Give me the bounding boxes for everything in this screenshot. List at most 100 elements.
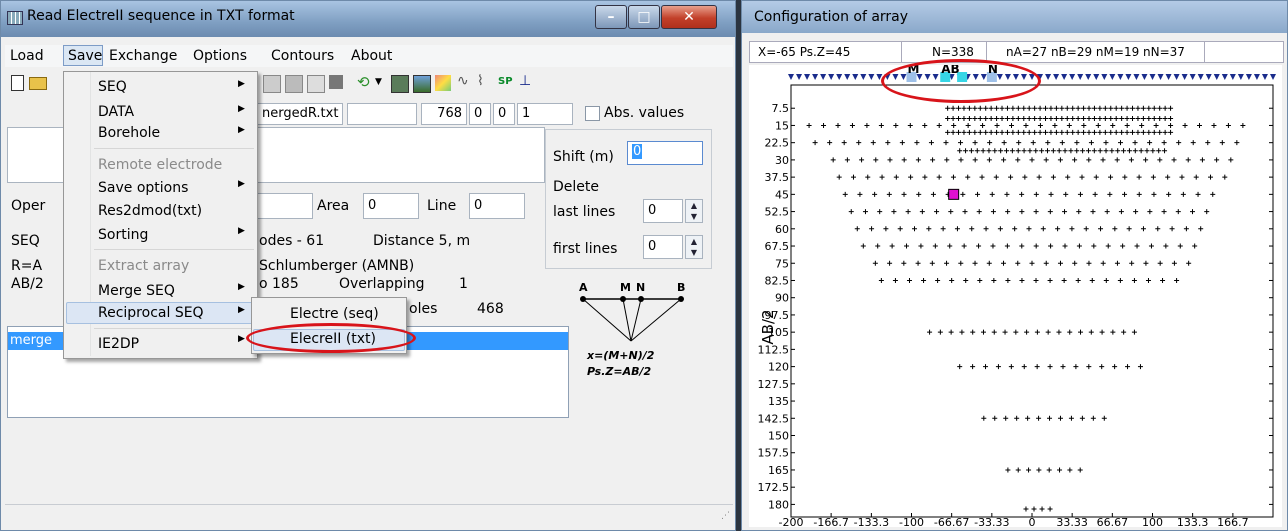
data-point xyxy=(812,140,818,146)
menu-load[interactable]: Load xyxy=(10,48,44,64)
electrode-marker xyxy=(1077,74,1084,80)
resize-grip-icon[interactable]: ⋰ xyxy=(721,511,730,521)
data-point xyxy=(972,140,978,146)
data-point xyxy=(994,129,1000,135)
data-point xyxy=(1050,174,1056,180)
maximize-button[interactable]: □ xyxy=(628,5,660,29)
area-input[interactable]: 0 xyxy=(363,193,419,219)
new-file-icon[interactable] xyxy=(11,75,24,91)
data-point xyxy=(1037,122,1043,128)
save-menu-sorting[interactable]: Sorting xyxy=(98,227,148,243)
data-point xyxy=(879,174,885,180)
menu-about[interactable]: About xyxy=(351,48,392,64)
menu-options[interactable]: Options xyxy=(193,48,247,64)
toolbar-icon-a[interactable] xyxy=(263,75,281,93)
count-field[interactable]: 768 xyxy=(421,103,467,125)
oper-input[interactable] xyxy=(257,193,313,219)
data-point xyxy=(1175,209,1181,215)
data-point xyxy=(1075,277,1081,283)
data-point xyxy=(1004,116,1010,122)
last-lines-spinner[interactable]: ▲ ▼ xyxy=(685,199,703,223)
save-menu-res2dmod[interactable]: Res2dmod(txt) xyxy=(98,203,202,219)
data-point xyxy=(949,277,955,283)
data-point xyxy=(1029,157,1035,163)
first-lines-spinner[interactable]: ▲ ▼ xyxy=(685,235,703,259)
data-point xyxy=(1010,129,1016,135)
data-point xyxy=(1004,129,1010,135)
num-field-2[interactable]: 0 xyxy=(493,103,515,125)
chart-icon[interactable] xyxy=(435,75,451,91)
diagram-formula-z: Ps.Z=AB/2 xyxy=(587,365,652,378)
num-field-1[interactable]: 0 xyxy=(469,103,491,125)
save-menu-ie2dp[interactable]: IE2DP xyxy=(98,336,139,352)
blank-field[interactable] xyxy=(347,103,417,125)
submenu-electre-seq[interactable]: Electre (seq) xyxy=(290,306,379,322)
close-button[interactable]: ✕ xyxy=(661,5,717,29)
red-annotation-circle xyxy=(246,323,416,353)
save-menu-reciprocal-seq[interactable]: Reciprocal SEQ xyxy=(98,305,204,321)
menu-save[interactable]: Save xyxy=(68,48,102,64)
data-point xyxy=(1130,129,1136,135)
data-point xyxy=(1008,174,1014,180)
data-point xyxy=(1102,105,1108,111)
data-point xyxy=(878,122,884,128)
data-point xyxy=(1136,174,1142,180)
data-point xyxy=(1222,174,1228,180)
data-point xyxy=(1032,105,1038,111)
data-point xyxy=(1043,260,1049,266)
data-point xyxy=(1169,226,1175,232)
data-point xyxy=(905,209,911,215)
last-lines-input[interactable]: 0 xyxy=(643,199,683,223)
menu-contours[interactable]: Contours xyxy=(271,48,334,64)
save-menu-save-options[interactable]: Save options xyxy=(98,180,188,196)
y-tick-label: 142.5 xyxy=(758,412,790,425)
toolbar-icon-c[interactable] xyxy=(307,75,325,93)
pin-icon[interactable]: ⊥ xyxy=(519,73,531,89)
wave-icon[interactable]: ∿ xyxy=(457,73,469,89)
refresh-icon[interactable]: ⟲ xyxy=(357,73,370,91)
data-point xyxy=(1121,329,1127,335)
toolbar-icon-d[interactable] xyxy=(329,75,343,89)
abs-values-checkbox[interactable] xyxy=(585,106,600,121)
grid-icon[interactable] xyxy=(391,75,409,93)
data-point xyxy=(1026,467,1032,473)
image-icon[interactable] xyxy=(413,75,431,93)
array-configuration-chart[interactable]: AB/2 7.51522.53037.54552.56067.57582.590… xyxy=(749,62,1282,529)
file-field[interactable]: nergedR.txt xyxy=(257,103,343,125)
data-point xyxy=(1151,129,1157,135)
data-point xyxy=(1063,191,1069,197)
num-field-3[interactable]: 1 xyxy=(517,103,573,125)
data-point xyxy=(886,191,892,197)
open-folder-icon[interactable] xyxy=(29,77,47,90)
data-point xyxy=(932,243,938,249)
line-input[interactable]: 0 xyxy=(469,193,525,219)
menu-exchange[interactable]: Exchange xyxy=(109,48,177,64)
save-menu-merge-seq[interactable]: Merge SEQ xyxy=(98,283,175,299)
graph-icon[interactable]: ⌇ xyxy=(477,73,484,89)
data-point xyxy=(1012,226,1018,232)
data-point xyxy=(930,191,936,197)
data-point xyxy=(1140,129,1146,135)
sp-label-icon[interactable]: SP xyxy=(498,76,513,87)
data-point xyxy=(1033,191,1039,197)
chart-marks xyxy=(806,105,1246,512)
dropdown-icon[interactable]: ▼ xyxy=(375,77,382,87)
data-point xyxy=(998,148,1004,154)
data-point xyxy=(983,116,989,122)
data-point xyxy=(986,148,992,154)
data-point xyxy=(1056,148,1062,154)
minimize-button[interactable]: – xyxy=(595,5,627,29)
save-menu-seq[interactable]: SEQ xyxy=(98,79,127,95)
data-point xyxy=(1021,105,1027,111)
data-point xyxy=(1062,148,1068,154)
save-menu-borehole[interactable]: Borehole xyxy=(98,125,160,141)
data-point xyxy=(1171,260,1177,266)
shift-input[interactable]: 0 xyxy=(627,141,703,165)
save-menu-data[interactable]: DATA xyxy=(98,104,134,120)
toolbar-icon-b[interactable] xyxy=(285,75,303,93)
first-lines-input[interactable]: 0 xyxy=(643,235,683,259)
data-point xyxy=(1143,260,1149,266)
data-point xyxy=(991,277,997,283)
electrode-marker xyxy=(820,74,827,80)
data-point xyxy=(976,209,982,215)
